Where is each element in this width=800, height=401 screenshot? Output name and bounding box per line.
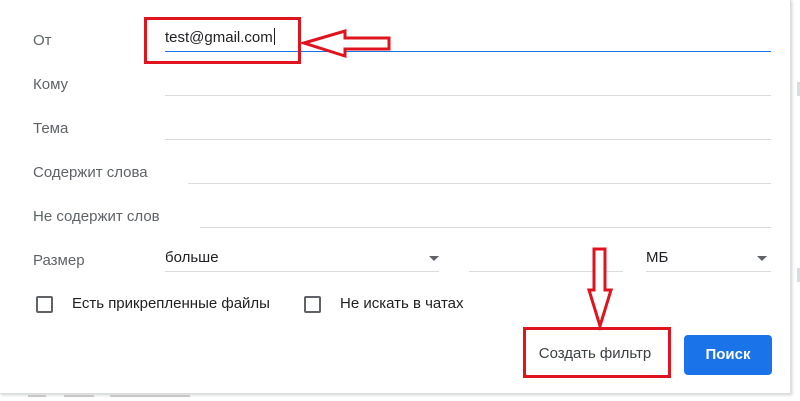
arrow-down-icon bbox=[586, 247, 614, 332]
